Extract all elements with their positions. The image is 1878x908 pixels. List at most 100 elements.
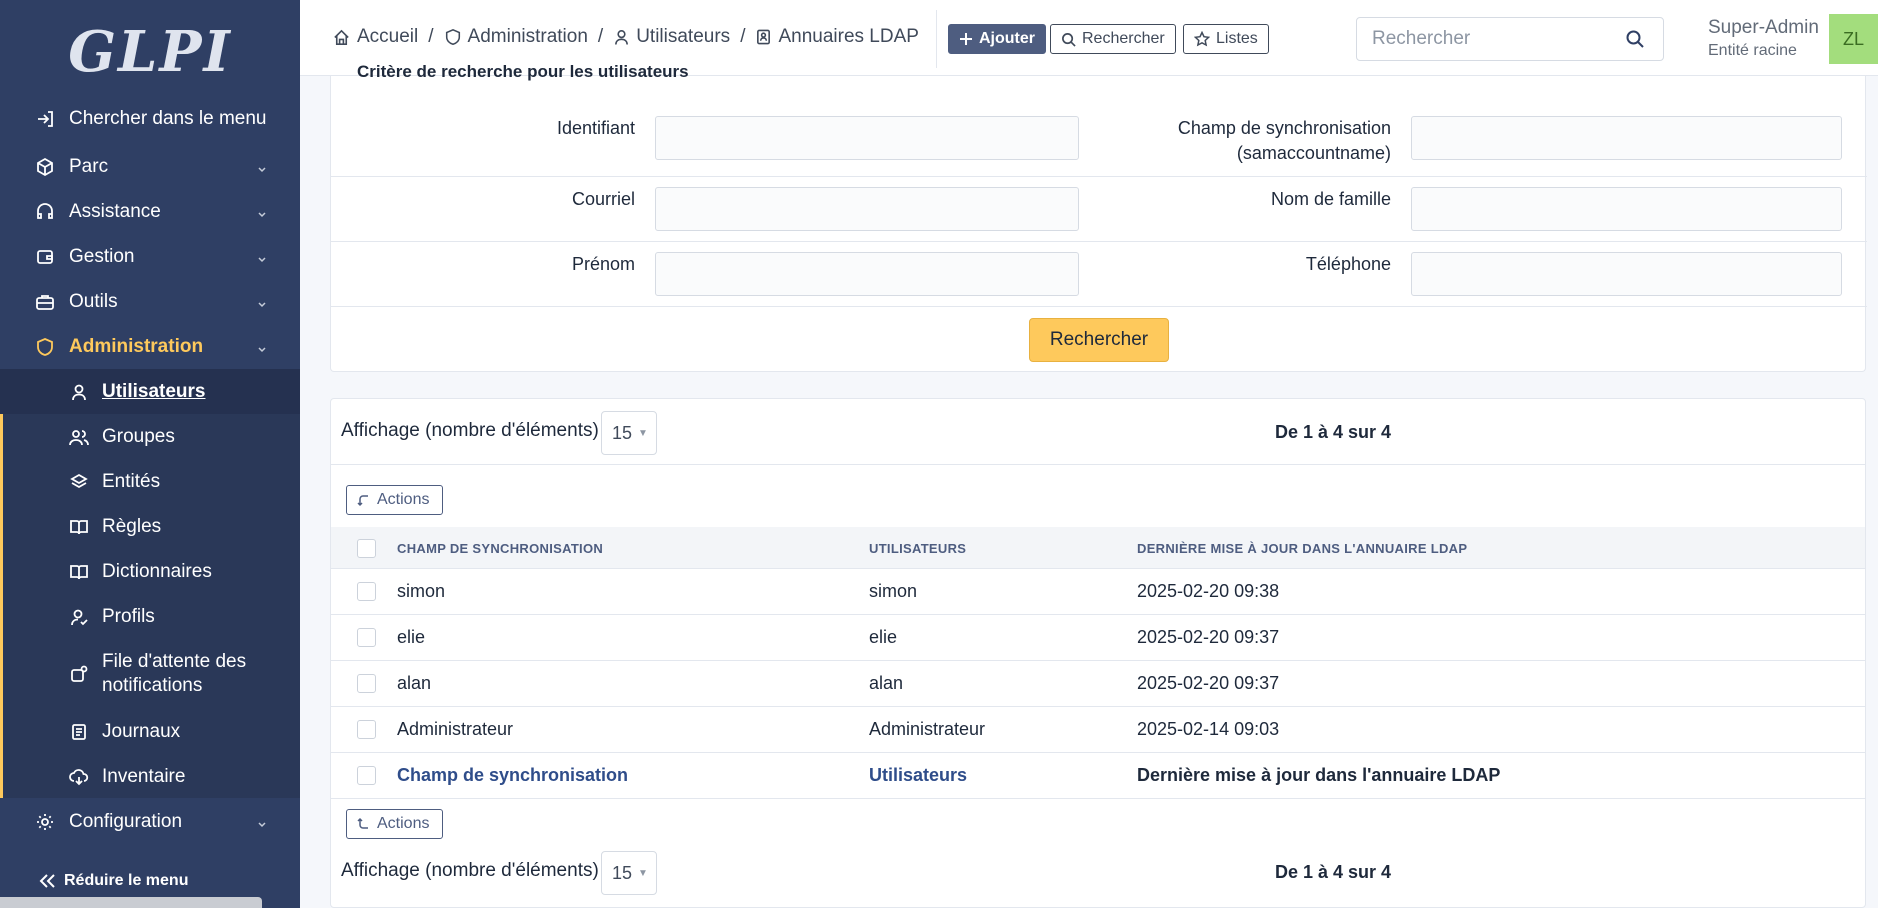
- courriel-field[interactable]: [655, 187, 1079, 231]
- sidebar-item-configuration[interactable]: Configuration: [0, 799, 300, 844]
- sidebar-sub-dictionnaires[interactable]: Dictionnaires: [0, 549, 300, 594]
- caret-down-icon: ▼: [638, 427, 648, 439]
- sidebar-sub-regles[interactable]: Règles: [0, 504, 300, 549]
- column-header-sync[interactable]: Champ de synchronisation: [397, 541, 603, 556]
- identifiant-field[interactable]: [655, 116, 1079, 160]
- sidebar-sub-label: Règles: [102, 515, 162, 537]
- user-entity[interactable]: Entité racine: [1708, 42, 1797, 60]
- display-count-label: Affichage (nombre d'éléments): [341, 420, 599, 441]
- display-count-label-bottom: Affichage (nombre d'éléments): [341, 860, 599, 881]
- sidebar-sub-inventaire[interactable]: Inventaire: [0, 754, 300, 799]
- sidebar-item-label: Administration: [69, 335, 204, 357]
- updated-cell: 2025-02-14 09:03: [1137, 719, 1280, 739]
- collapse-menu-button[interactable]: Réduire le menu: [38, 872, 188, 890]
- shield-icon: [444, 28, 462, 46]
- per-page-select[interactable]: 15 ▼: [601, 411, 657, 455]
- footer-column-users[interactable]: Utilisateurs: [869, 765, 967, 786]
- per-page-value: 15: [612, 422, 633, 443]
- user-cell: alan: [869, 673, 904, 693]
- breadcrumb: Accueil / Administration / Utilisateurs …: [332, 26, 919, 48]
- box-icon: [34, 156, 56, 178]
- plus-icon: [959, 32, 973, 46]
- select-all-checkbox[interactable]: [357, 539, 376, 558]
- breadcrumb-accueil[interactable]: Accueil: [357, 26, 418, 48]
- arrow-right-to-bracket-icon: [34, 108, 56, 130]
- per-page-select-bottom[interactable]: 15 ▼: [601, 851, 657, 895]
- sidebar-item-gestion[interactable]: Gestion: [0, 234, 300, 279]
- sidebar-sub-label: Utilisateurs: [102, 380, 206, 402]
- briefcase-icon: [34, 291, 56, 313]
- user-cell: Administrateur: [869, 719, 986, 739]
- pager-text: De 1 à 4 sur 4: [1275, 422, 1392, 442]
- user-check-icon: [68, 606, 90, 628]
- sidebar-item-label: Configuration: [69, 810, 183, 832]
- sync-field-input[interactable]: [1411, 116, 1842, 160]
- lists-button[interactable]: Listes: [1183, 24, 1269, 54]
- row-checkbox[interactable]: [357, 628, 376, 647]
- arrow-turn-down-icon: [357, 493, 371, 507]
- sidebar-sub-label: File d'attente des notifications: [102, 651, 247, 696]
- row-checkbox[interactable]: [357, 582, 376, 601]
- nom-famille-label: Nom de famille: [1270, 189, 1391, 209]
- book-icon: [68, 561, 90, 583]
- row-divider: [331, 306, 1867, 307]
- chevron-down-icon: [256, 204, 268, 226]
- sidebar-sub-entites[interactable]: Entités: [0, 459, 300, 504]
- breadcrumb-annuaires-ldap[interactable]: Annuaires LDAP: [778, 26, 918, 48]
- criteria-title: Critère de recherche pour les utilisateu…: [357, 62, 689, 81]
- sidebar-sub-notifications[interactable]: File d'attente des notifications: [0, 640, 300, 708]
- sync-cell: simon: [397, 581, 446, 601]
- sidebar-sub-utilisateurs[interactable]: Utilisateurs: [0, 369, 300, 414]
- search-menu-item[interactable]: Chercher dans le menu: [0, 96, 300, 141]
- avatar[interactable]: ZL: [1829, 14, 1878, 64]
- table-row: simon simon 2025-02-20 09:38: [331, 569, 1865, 615]
- breadcrumb-administration[interactable]: Administration: [468, 26, 588, 48]
- row-checkbox[interactable]: [357, 674, 376, 693]
- search-icon[interactable]: [1625, 29, 1645, 55]
- search-button[interactable]: Rechercher: [1050, 24, 1176, 54]
- sidebar-item-parc[interactable]: Parc: [0, 144, 300, 189]
- footer-column-sync[interactable]: Champ de synchronisation: [397, 765, 628, 786]
- rechercher-button[interactable]: Rechercher: [1029, 318, 1169, 362]
- sync-cell: elie: [397, 627, 426, 647]
- nom-famille-field[interactable]: [1411, 187, 1842, 231]
- actions-button[interactable]: Actions: [346, 485, 443, 515]
- column-header-users[interactable]: Utilisateurs: [869, 541, 966, 556]
- chevron-down-icon: [256, 814, 268, 836]
- column-header-updated[interactable]: Dernière mise à jour dans l'annuaire LDA…: [1137, 541, 1467, 556]
- sidebar-sub-label: Journaux: [102, 720, 181, 742]
- identifiant-label: Identifiant: [556, 118, 635, 138]
- actions-button-bottom[interactable]: Actions: [346, 809, 443, 839]
- headset-icon: [34, 201, 56, 223]
- actions-label: Actions: [377, 491, 430, 508]
- collapse-menu-label: Réduire le menu: [64, 872, 189, 889]
- sidebar-sub-profils[interactable]: Profils: [0, 594, 300, 639]
- add-button[interactable]: Ajouter: [948, 24, 1046, 54]
- chevron-down-icon: [256, 339, 268, 361]
- sidebar-sub-journaux[interactable]: Journaux: [0, 709, 300, 754]
- glpi-logo[interactable]: GLPI: [0, 0, 300, 104]
- sidebar-sub-label: Dictionnaires: [102, 560, 212, 582]
- sidebar-sub-label: Profils: [102, 605, 155, 627]
- sidebar-item-administration[interactable]: Administration: [0, 324, 300, 369]
- table-row: elie elie 2025-02-20 09:37: [331, 615, 1865, 661]
- select-all-checkbox-footer[interactable]: [357, 766, 376, 785]
- prenom-field[interactable]: [655, 252, 1079, 296]
- sidebar-sub-label: Entités: [102, 470, 161, 492]
- global-search-input[interactable]: Rechercher: [1356, 17, 1664, 61]
- per-page-value: 15: [612, 862, 633, 883]
- sidebar-item-outils[interactable]: Outils: [0, 279, 300, 324]
- telephone-label: Téléphone: [1305, 254, 1391, 274]
- logo-text: GLPI: [68, 19, 232, 85]
- row-checkbox[interactable]: [357, 720, 376, 739]
- sidebar-sub-groupes[interactable]: Groupes: [0, 414, 300, 459]
- search-placeholder: Rechercher: [1372, 28, 1471, 49]
- prenom-label: Prénom: [571, 254, 635, 274]
- double-chevron-left-icon: [38, 872, 58, 890]
- user-name[interactable]: Super-Admin: [1708, 17, 1819, 39]
- sync-cell: Administrateur: [397, 719, 514, 739]
- sidebar-item-assistance[interactable]: Assistance: [0, 189, 300, 234]
- row-divider: [331, 176, 1867, 177]
- telephone-field[interactable]: [1411, 252, 1842, 296]
- breadcrumb-utilisateurs[interactable]: Utilisateurs: [636, 26, 730, 48]
